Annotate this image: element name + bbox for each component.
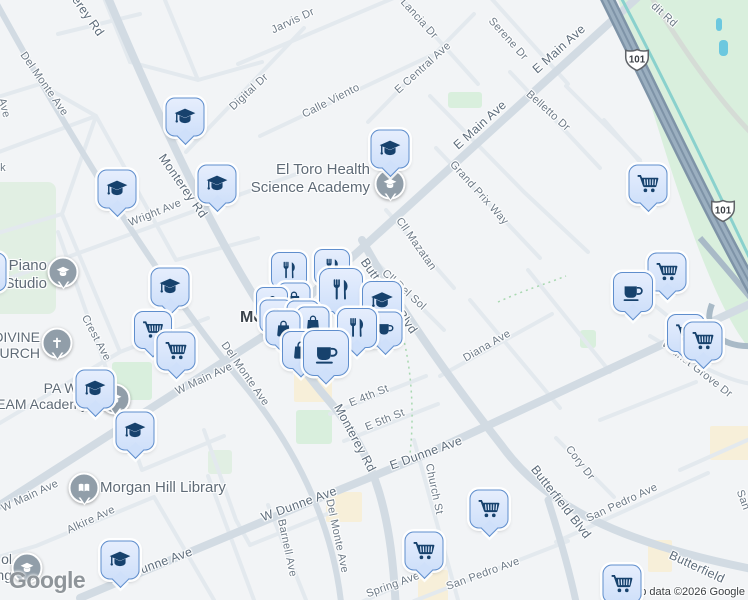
graduation-cap-pin[interactable] <box>100 540 140 580</box>
graduation-cap-icon <box>84 378 107 401</box>
svg-text:101: 101 <box>715 206 732 217</box>
shopping-cart-pin[interactable] <box>683 321 723 361</box>
svg-text:101: 101 <box>629 55 646 66</box>
restaurant-icon <box>328 277 354 303</box>
map-attribution[interactable]: Map data ©2026 Google <box>625 586 745 598</box>
graduation-cap-pin[interactable] <box>75 369 115 409</box>
graduation-cap-icon <box>159 276 182 299</box>
library-poi-marker[interactable] <box>68 472 100 504</box>
church-poi-marker[interactable] <box>41 327 73 359</box>
graduation-cap-icon <box>124 420 147 443</box>
shopping-cart-icon <box>478 498 501 521</box>
coffee-cup-simple-icon <box>375 319 395 339</box>
coffee-cup-icon <box>621 280 645 304</box>
graduation-cap-pin[interactable] <box>97 169 137 209</box>
graduation-cap-pin[interactable] <box>165 97 205 137</box>
google-logo[interactable]: Google <box>9 567 86 594</box>
school-icon <box>55 264 72 281</box>
school-poi-label: Piano Studio <box>4 257 47 292</box>
shopping-cart-icon <box>413 540 436 563</box>
graduation-cap-icon <box>174 106 197 129</box>
graduation-cap-pin[interactable] <box>0 252 7 292</box>
graduation-cap-pin[interactable] <box>370 129 410 169</box>
restaurant-pin[interactable] <box>319 268 363 312</box>
graduation-cap-icon <box>109 549 132 572</box>
shopping-cart-icon <box>692 330 715 353</box>
library-poi-label: Morgan Hill Library <box>100 478 226 496</box>
library-icon <box>76 480 93 497</box>
shopping-cart-pin[interactable] <box>647 252 687 292</box>
graduation-cap-icon <box>106 178 129 201</box>
shopping-cart-pin[interactable] <box>628 164 668 204</box>
graduation-cap-icon <box>379 138 402 161</box>
shopping-cart-pin[interactable] <box>156 331 196 371</box>
us-101-shield: 101 <box>710 199 736 223</box>
graduation-cap-pin[interactable] <box>115 411 155 451</box>
shopping-cart-pin[interactable] <box>602 564 642 600</box>
school-icon <box>382 176 399 193</box>
school-poi-label: El Toro Health Science Academy <box>250 161 370 196</box>
us-101-shield: 101 <box>624 48 650 72</box>
church-poi-label: DIVINECHURCH <box>0 328 40 361</box>
graduation-cap-pin[interactable] <box>150 267 190 307</box>
shopping-cart-icon <box>165 340 188 363</box>
shopping-cart-icon <box>656 261 679 284</box>
graduation-cap-pin[interactable] <box>197 164 237 204</box>
coffee-cup-pin[interactable] <box>303 330 349 376</box>
restaurant-icon <box>345 316 369 340</box>
shopping-cart-pin[interactable] <box>404 531 444 571</box>
shopping-cart-icon <box>637 173 660 196</box>
shopping-cart-icon <box>611 573 634 596</box>
restaurant-icon <box>279 260 300 281</box>
school-poi-marker[interactable] <box>47 256 79 288</box>
map-canvas[interactable]: erey Rd Del Monte Ave Ave k Jarvis Dr Digital… <box>0 0 748 600</box>
street-label: k <box>0 162 6 174</box>
coffee-cup-pin[interactable] <box>613 272 653 312</box>
graduation-cap-icon <box>206 173 229 196</box>
shopping-cart-pin[interactable] <box>469 489 509 529</box>
coffee-cup-icon <box>313 340 340 367</box>
church-icon <box>49 335 66 352</box>
